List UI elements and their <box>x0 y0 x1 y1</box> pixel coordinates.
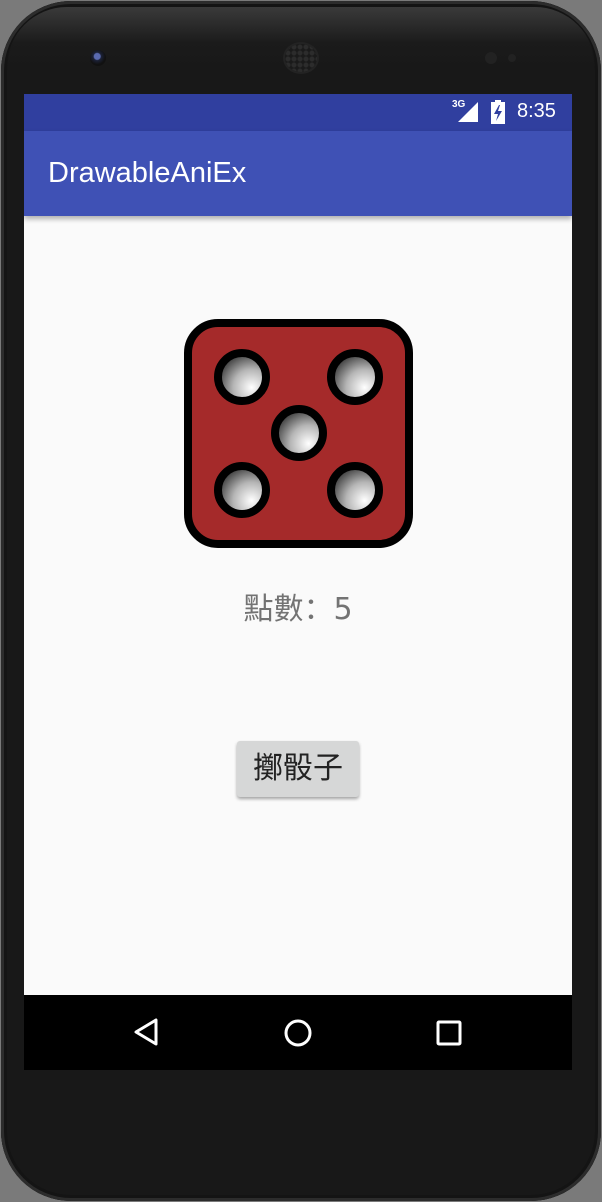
proximity-sensor <box>485 52 497 64</box>
app-bar: DrawableAniEx <box>24 131 572 216</box>
battery-charging-icon <box>491 100 505 124</box>
signal-icon <box>458 102 478 122</box>
status-bar: 3G 8:35 <box>24 94 572 131</box>
earpiece-speaker <box>285 44 317 72</box>
dice-result-text: 點數：5 <box>243 592 353 627</box>
navigation-bar <box>24 995 572 1070</box>
back-icon[interactable] <box>132 1017 160 1047</box>
front-camera <box>90 50 106 66</box>
home-icon[interactable] <box>283 1018 313 1048</box>
dice-five-icon <box>184 319 413 548</box>
app-title: DrawableAniEx <box>48 157 247 189</box>
recents-icon[interactable] <box>436 1020 462 1046</box>
roll-dice-button[interactable]: 擲骰子 <box>237 741 359 797</box>
status-clock: 8:35 <box>517 100 556 122</box>
light-sensor <box>508 54 516 62</box>
device-screen: 3G 8:35 DrawableAniEx 點數：5 擲骰子 <box>24 94 572 1070</box>
